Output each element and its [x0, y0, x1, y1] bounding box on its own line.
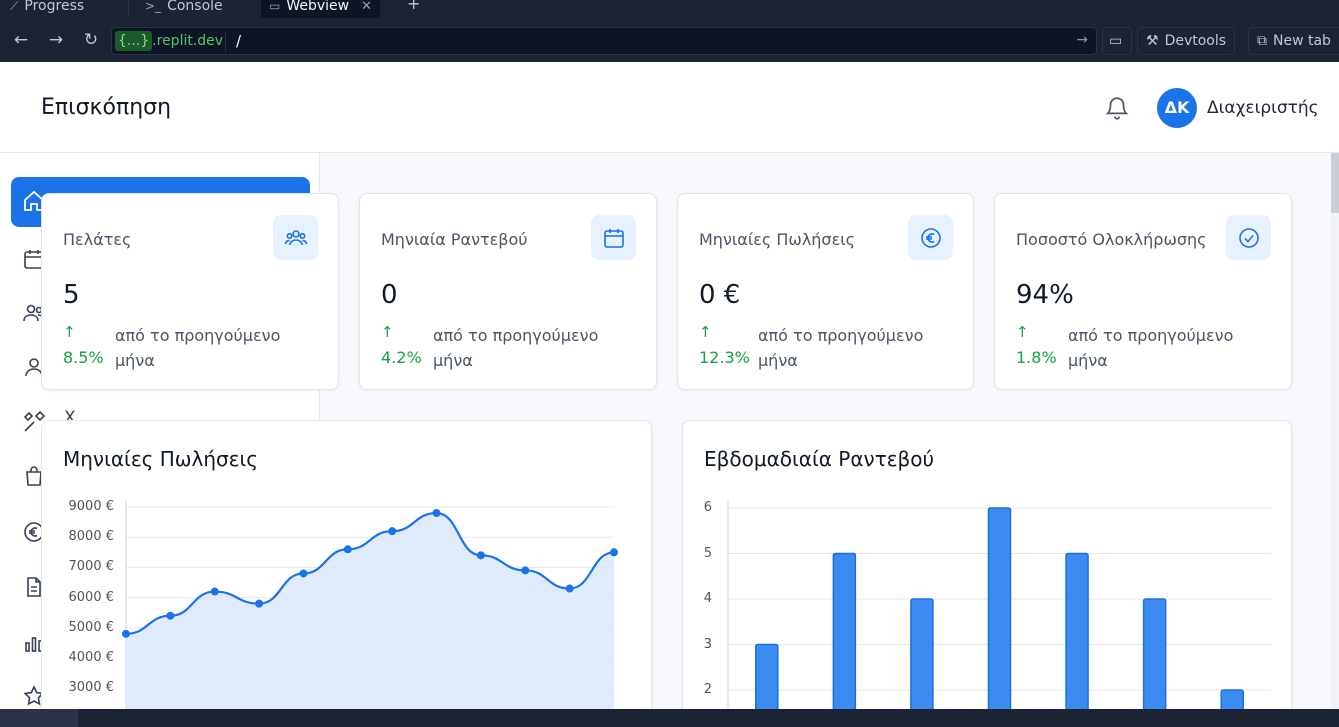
screen-button[interactable]: ▭	[1102, 27, 1132, 55]
url-host-domain: .replit.dev	[152, 33, 224, 49]
url-input[interactable]: {...} .replit.dev / →	[111, 27, 1097, 55]
trend-up-icon: ↑	[381, 323, 394, 341]
stat-value: 94%	[1016, 280, 1074, 310]
stat-description: από το προηγούμενο μήνα	[1068, 326, 1234, 370]
new-tab-button[interactable]: ⧉ New tab	[1248, 27, 1339, 55]
app-header: Επισκόπηση ΔΚ Διαχειριστής	[0, 62, 1339, 153]
url-host-prefix: {...}	[115, 31, 153, 51]
sales-point	[610, 548, 618, 557]
tab-label: Console	[167, 0, 223, 14]
close-icon[interactable]: ✕	[361, 0, 372, 14]
monitor-icon: ▭	[1109, 33, 1123, 49]
stat-description: από το προηγούμενο μήνα	[433, 326, 599, 370]
users-icon	[284, 229, 307, 245]
appointment-bar	[832, 552, 857, 709]
stat-icon-wrap	[1226, 215, 1271, 260]
sales-point	[343, 545, 352, 554]
go-arrow-icon[interactable]: →	[1076, 32, 1088, 48]
euro-icon	[920, 227, 941, 248]
page-title: Επισκόπηση	[41, 95, 172, 120]
ide-tab-bar: ⟋ Progress >_ Console ▭ Webview ✕ +	[0, 0, 1339, 18]
appointments-chart-card: Εβδομαδιαία Ραντεβού 65432	[682, 420, 1292, 709]
stat-change: 8.5%	[63, 348, 104, 367]
scrollbar-thumb[interactable]	[1331, 153, 1339, 213]
stat-icon-wrap	[273, 215, 318, 260]
sales-point	[122, 629, 130, 638]
url-host: {...} .replit.dev	[115, 31, 223, 51]
sales-point	[210, 587, 219, 596]
check-circle-icon	[1238, 227, 1259, 248]
appointment-bar	[755, 643, 779, 709]
appointment-bar	[1142, 598, 1167, 709]
sales-point	[565, 584, 574, 593]
sales-area	[126, 513, 614, 709]
sales-point	[255, 599, 264, 608]
console-icon: >_	[145, 0, 162, 13]
tab-progress[interactable]: ⟋ Progress	[10, 0, 84, 18]
stat-title: Πελάτες	[63, 230, 132, 249]
forward-arrow-icon[interactable]: →	[45, 29, 67, 51]
calendar-icon	[603, 228, 624, 248]
stat-card-completion: Ποσοστό Ολοκλήρωσης 94% ↑ 1.8% από το πρ…	[994, 193, 1292, 390]
trend-up-icon: ↑	[1016, 323, 1029, 341]
stat-card-sales: Μηνιαίες Πωλήσεις 0 € ↑ 12.3% από το προ…	[677, 193, 974, 390]
webview-toolbar: ← → ↻ {...} .replit.dev / → ▭ ⚒ Devtools…	[0, 18, 1339, 62]
sales-point	[166, 611, 175, 620]
ide-bottom-bar	[0, 709, 1339, 727]
trend-up-icon: ↑	[63, 323, 76, 341]
sales-point	[299, 569, 308, 578]
new-tab-label: New tab	[1273, 33, 1331, 49]
wrench-icon: ⚒	[1146, 33, 1159, 49]
sales-point	[521, 566, 530, 575]
stat-title: Μηνιαίες Πωλήσεις	[699, 230, 856, 249]
stat-icon-wrap	[591, 215, 636, 260]
sales-chart-card: Μηνιαίες Πωλήσεις 9000 €8000 €7000 €6000…	[41, 420, 652, 709]
webview-app: Επισκόπηση ΔΚ Διαχειριστής Χ Πελάτες 5 ↑…	[0, 62, 1339, 709]
avatar[interactable]: ΔΚ	[1157, 88, 1197, 128]
scrollbar-track[interactable]	[1331, 153, 1339, 709]
reload-icon[interactable]: ↻	[80, 29, 102, 51]
sales-point	[432, 509, 441, 518]
tab-label: Webview	[286, 0, 350, 14]
ide-bottom-block	[0, 709, 78, 727]
tab-webview[interactable]: ▭ Webview ✕	[261, 0, 381, 18]
tab-divider	[128, 0, 129, 18]
stat-change: 12.3%	[699, 348, 750, 367]
stat-card-appointments: Μηνιαία Ραντεβού 0 ↑ 4.2% από το προηγού…	[359, 193, 657, 390]
sales-point	[476, 551, 485, 560]
trend-up-icon: ↑	[699, 323, 712, 341]
stat-change: 1.8%	[1016, 348, 1057, 367]
appointments-bar-chart	[727, 501, 1271, 709]
bell-icon[interactable]	[1104, 94, 1130, 122]
stat-title: Ποσοστό Ολοκλήρωσης	[1016, 230, 1207, 249]
url-path: /	[236, 32, 242, 50]
stat-value: 0 €	[699, 280, 741, 310]
appointment-bar	[987, 507, 1012, 709]
sales-point	[388, 527, 397, 536]
progress-icon: ⟋	[10, 0, 19, 13]
stat-icon-wrap	[908, 215, 953, 260]
appointment-bar	[1065, 552, 1089, 709]
appointment-bar	[1220, 689, 1244, 709]
devtools-button[interactable]: ⚒ Devtools	[1137, 27, 1236, 55]
monitor-icon: ▭	[269, 0, 281, 13]
devtools-label: Devtools	[1164, 33, 1227, 49]
tab-label: Progress	[24, 0, 85, 14]
stat-card-clients: Πελάτες 5 ↑ 8.5% από το προηγούμενο μήνα	[41, 193, 339, 390]
stat-value: 0	[381, 280, 398, 310]
url-divider	[225, 32, 226, 52]
stat-title: Μηνιαία Ραντεβού	[381, 230, 528, 249]
appointment-bar	[910, 598, 934, 709]
stat-value: 5	[63, 280, 80, 310]
sales-line-chart	[122, 501, 618, 709]
user-name[interactable]: Διαχειριστής	[1207, 98, 1319, 118]
stat-description: από το προηγούμενο μήνα	[115, 326, 281, 370]
add-tab-button[interactable]: +	[407, 0, 420, 13]
back-arrow-icon[interactable]: ←	[10, 29, 32, 51]
tab-console[interactable]: >_ Console	[145, 0, 223, 18]
stat-change: 4.2%	[381, 348, 422, 367]
external-link-icon: ⧉	[1257, 33, 1267, 49]
stat-description: από το προηγούμενο μήνα	[758, 326, 924, 370]
